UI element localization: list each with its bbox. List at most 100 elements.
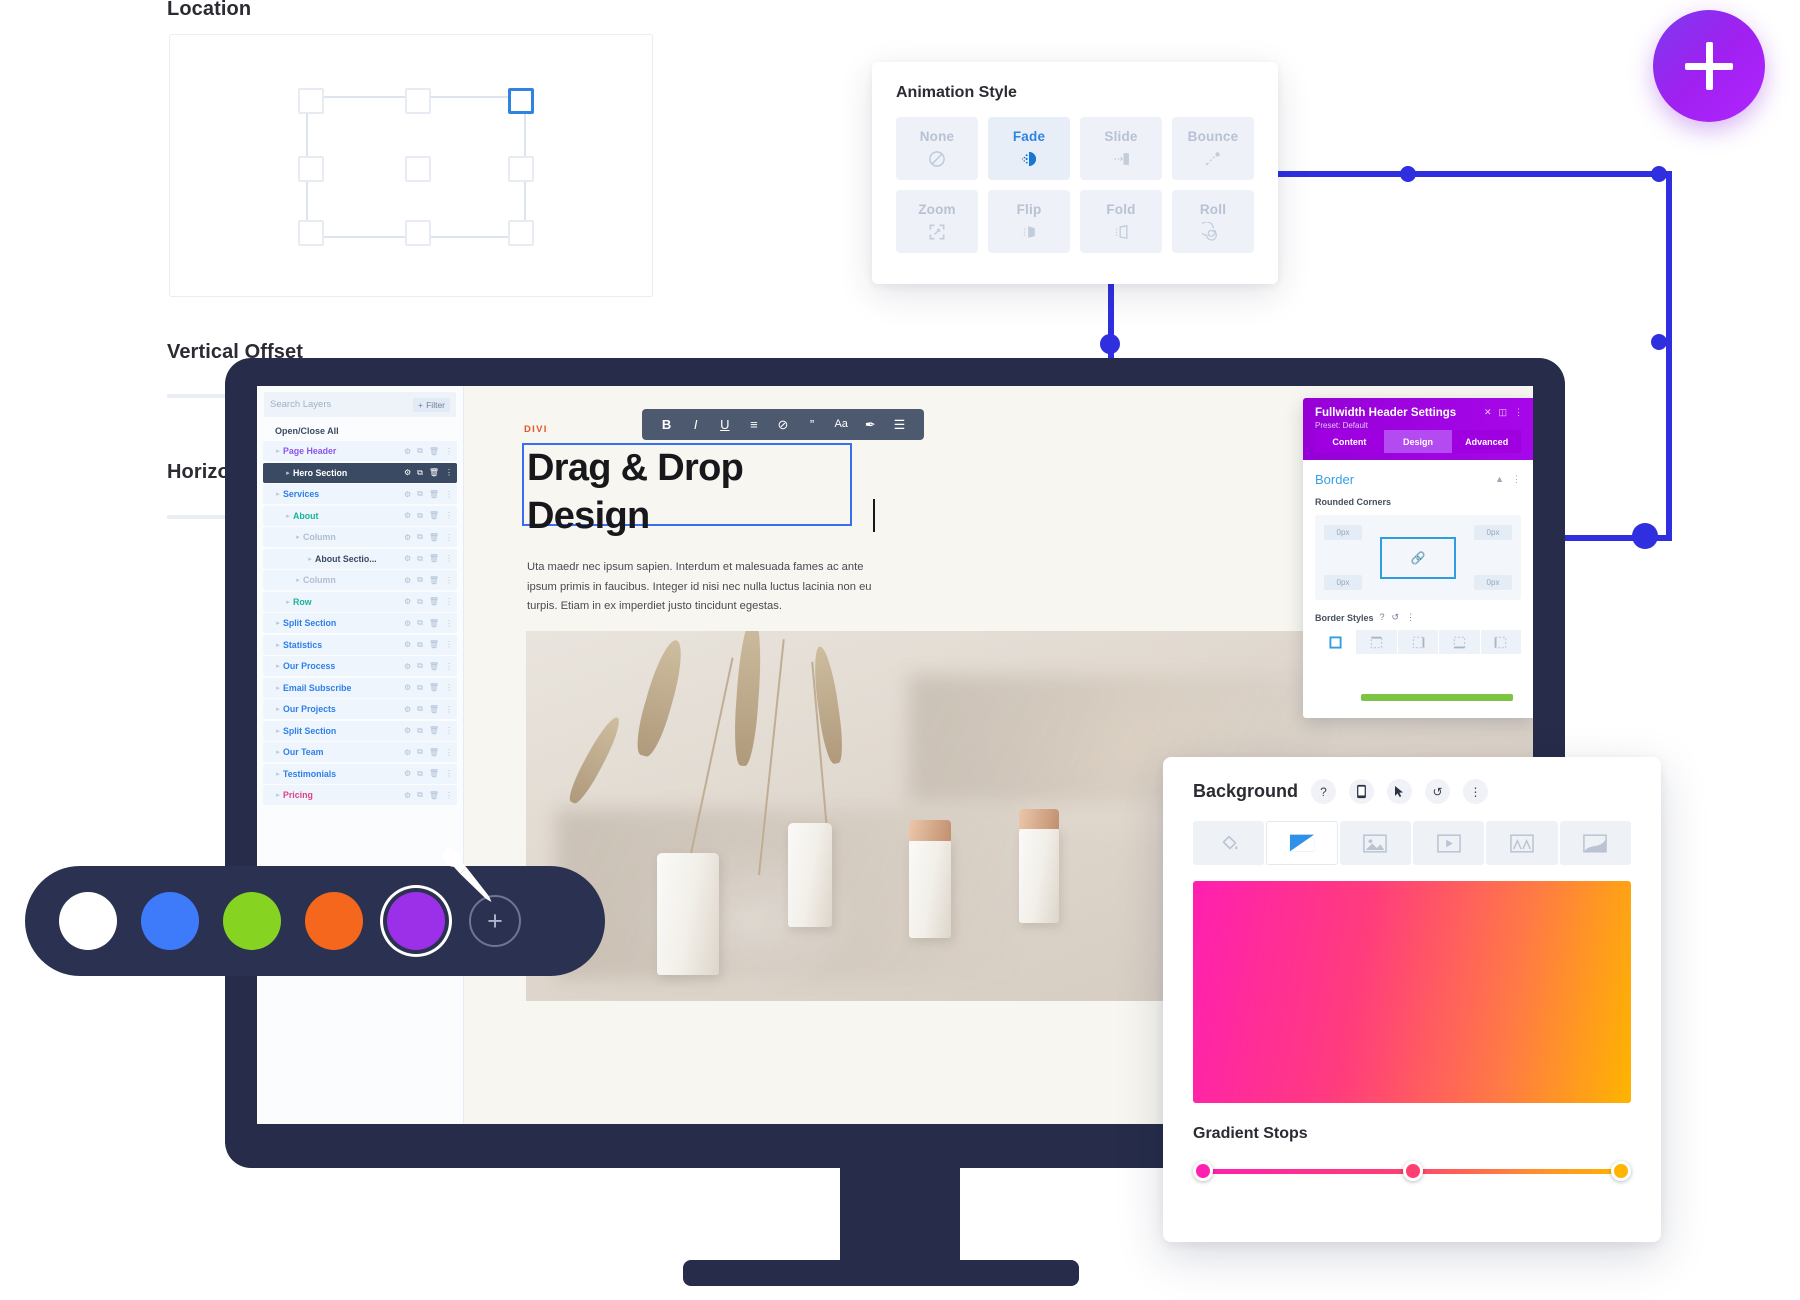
chevron-right-icon[interactable]: ▸ (283, 469, 293, 477)
trash-icon[interactable]: 🗑 (429, 748, 439, 757)
chevron-right-icon[interactable]: ▸ (273, 770, 283, 778)
trash-icon[interactable]: 🗑 (429, 662, 439, 671)
trash-icon[interactable]: 🗑 (429, 769, 439, 778)
underline-icon[interactable]: U (714, 418, 736, 431)
more-vertical-icon[interactable]: ⋮ (445, 748, 453, 757)
close-icon[interactable]: ✕ (1484, 407, 1492, 418)
trash-icon[interactable]: 🗑 (429, 468, 439, 477)
gradient-icon[interactable] (1266, 821, 1338, 865)
layer-row[interactable]: ▸ Column ⚙ ⧉ 🗑 ⋮ (263, 527, 457, 547)
settings-preset-selector[interactable]: Preset: Default (1315, 421, 1521, 430)
layer-row[interactable]: ▸ About Sectio... ⚙ ⧉ 🗑 ⋮ (263, 548, 457, 569)
gear-icon[interactable]: ⚙ (404, 769, 411, 778)
animation-option-none[interactable]: None (896, 117, 978, 180)
gradient-preview[interactable] (1193, 881, 1631, 1103)
more-vertical-icon[interactable]: ⋮ (445, 447, 453, 456)
cursor-icon[interactable] (1387, 779, 1413, 804)
gradient-stop-1[interactable] (1193, 1161, 1213, 1181)
reset-icon[interactable]: ↺ (1425, 779, 1451, 804)
duplicate-icon[interactable]: ⧉ (417, 532, 423, 542)
more-vertical-icon[interactable]: ⋮ (445, 726, 453, 735)
chevron-up-icon[interactable]: ▲ (1495, 474, 1504, 485)
chevron-right-icon[interactable]: ▸ (273, 727, 283, 735)
trash-icon[interactable]: 🗑 (429, 447, 439, 456)
mobile-icon[interactable] (1349, 779, 1375, 804)
layer-row[interactable]: ▸ Our Process ⚙ ⧉ 🗑 ⋮ (263, 656, 457, 676)
link-icon[interactable]: 🔗 (1411, 551, 1426, 565)
animation-option-fade[interactable]: Fade (988, 117, 1070, 180)
gear-icon[interactable]: ⚙ (404, 791, 411, 800)
gear-icon[interactable]: ⚙ (404, 490, 411, 499)
layer-row[interactable]: ▸ Testimonials ⚙ ⧉ 🗑 ⋮ (263, 763, 457, 784)
trash-icon[interactable]: 🗑 (429, 726, 439, 735)
duplicate-icon[interactable]: ⧉ (417, 597, 423, 607)
duplicate-icon[interactable]: ⧉ (417, 747, 423, 757)
layer-row[interactable]: ▸ Page Header ⚙ ⧉ 🗑 ⋮ (263, 441, 457, 461)
location-handle-middle-right[interactable] (508, 156, 534, 182)
more-vertical-icon[interactable]: ⋮ (445, 769, 453, 778)
chevron-right-icon[interactable]: ▸ (273, 447, 283, 455)
border-bottom-icon[interactable] (1439, 630, 1480, 654)
chevron-right-icon[interactable]: ▸ (273, 684, 283, 692)
duplicate-icon[interactable]: ⧉ (417, 575, 423, 585)
help-icon[interactable]: ? (1311, 779, 1337, 804)
gear-icon[interactable]: ⚙ (404, 447, 411, 456)
filter-button[interactable]: + Filter (413, 397, 450, 412)
border-right-icon[interactable] (1397, 630, 1439, 654)
trash-icon[interactable]: 🗑 (429, 619, 439, 628)
layer-row[interactable]: ▸ About ⚙ ⧉ 🗑 ⋮ (263, 505, 457, 526)
location-handle-middle-center[interactable] (405, 156, 431, 182)
trash-icon[interactable]: 🗑 (429, 511, 439, 520)
animation-option-zoom[interactable]: Zoom (896, 190, 978, 253)
chevron-right-icon[interactable]: ▸ (293, 576, 303, 584)
gear-icon[interactable]: ⚙ (404, 597, 411, 606)
animation-option-flip[interactable]: Flip (988, 190, 1070, 253)
gear-icon[interactable]: ⚙ (404, 533, 411, 542)
bold-icon[interactable]: B (656, 418, 678, 431)
gear-icon[interactable]: ⚙ (404, 619, 411, 628)
border-left-icon[interactable] (1480, 630, 1522, 654)
duplicate-icon[interactable]: ⧉ (417, 468, 423, 478)
chevron-right-icon[interactable]: ▸ (273, 791, 283, 799)
chevron-right-icon[interactable]: ▸ (273, 641, 283, 649)
duplicate-icon[interactable]: ⧉ (417, 489, 423, 499)
duplicate-icon[interactable]: ⧉ (417, 640, 423, 650)
chevron-right-icon[interactable]: ▸ (293, 533, 303, 541)
duplicate-icon[interactable]: ⧉ (417, 790, 423, 800)
gradient-stop-3[interactable] (1611, 1161, 1631, 1181)
more-vertical-icon[interactable]: ⋮ (1512, 474, 1521, 485)
gear-icon[interactable]: ⚙ (404, 576, 411, 585)
layer-row[interactable]: ▸ Our Team ⚙ ⧉ 🗑 ⋮ (263, 742, 457, 762)
more-vertical-icon[interactable]: ⋮ (445, 791, 453, 800)
more-vertical-icon[interactable]: ⋮ (445, 576, 453, 585)
more-vertical-icon[interactable]: ⋮ (445, 705, 453, 714)
chevron-right-icon[interactable]: ▸ (273, 748, 283, 756)
more-vertical-icon[interactable]: ⋮ (445, 511, 453, 520)
quote-icon[interactable]: ” (801, 418, 823, 431)
trash-icon[interactable]: 🗑 (429, 490, 439, 499)
trash-icon[interactable]: 🗑 (429, 791, 439, 800)
duplicate-icon[interactable]: ⧉ (417, 769, 423, 779)
layer-row[interactable]: ▸ Email Subscribe ⚙ ⧉ 🗑 ⋮ (263, 677, 457, 698)
eyedropper-icon[interactable] (430, 840, 504, 914)
location-handle-bottom-center[interactable] (405, 220, 431, 246)
gear-icon[interactable]: ⚙ (404, 748, 411, 757)
mask-icon[interactable] (1559, 821, 1631, 865)
more-vertical-icon[interactable]: ⋮ (1514, 407, 1523, 418)
italic-icon[interactable]: I (685, 418, 707, 431)
layout-toggle-icon[interactable]: ◫ (1498, 407, 1507, 418)
more-vertical-icon[interactable]: ⋮ (1406, 612, 1415, 623)
location-handle-bottom-left[interactable] (298, 220, 324, 246)
add-button-badge[interactable] (1653, 10, 1765, 122)
border-all-icon[interactable] (1315, 630, 1356, 654)
duplicate-icon[interactable]: ⧉ (417, 511, 423, 521)
text-color-icon[interactable]: ✒ (859, 418, 881, 431)
duplicate-icon[interactable]: ⧉ (417, 446, 423, 456)
animation-option-bounce[interactable]: Bounce (1172, 117, 1254, 180)
duplicate-icon[interactable]: ⧉ (417, 704, 423, 714)
chevron-right-icon[interactable]: ▸ (273, 662, 283, 670)
duplicate-icon[interactable]: ⧉ (417, 618, 423, 628)
more-vertical-icon[interactable]: ⋮ (445, 468, 453, 477)
unlink-icon[interactable]: ⊘ (772, 418, 794, 431)
gradient-stop-2[interactable] (1403, 1161, 1424, 1181)
